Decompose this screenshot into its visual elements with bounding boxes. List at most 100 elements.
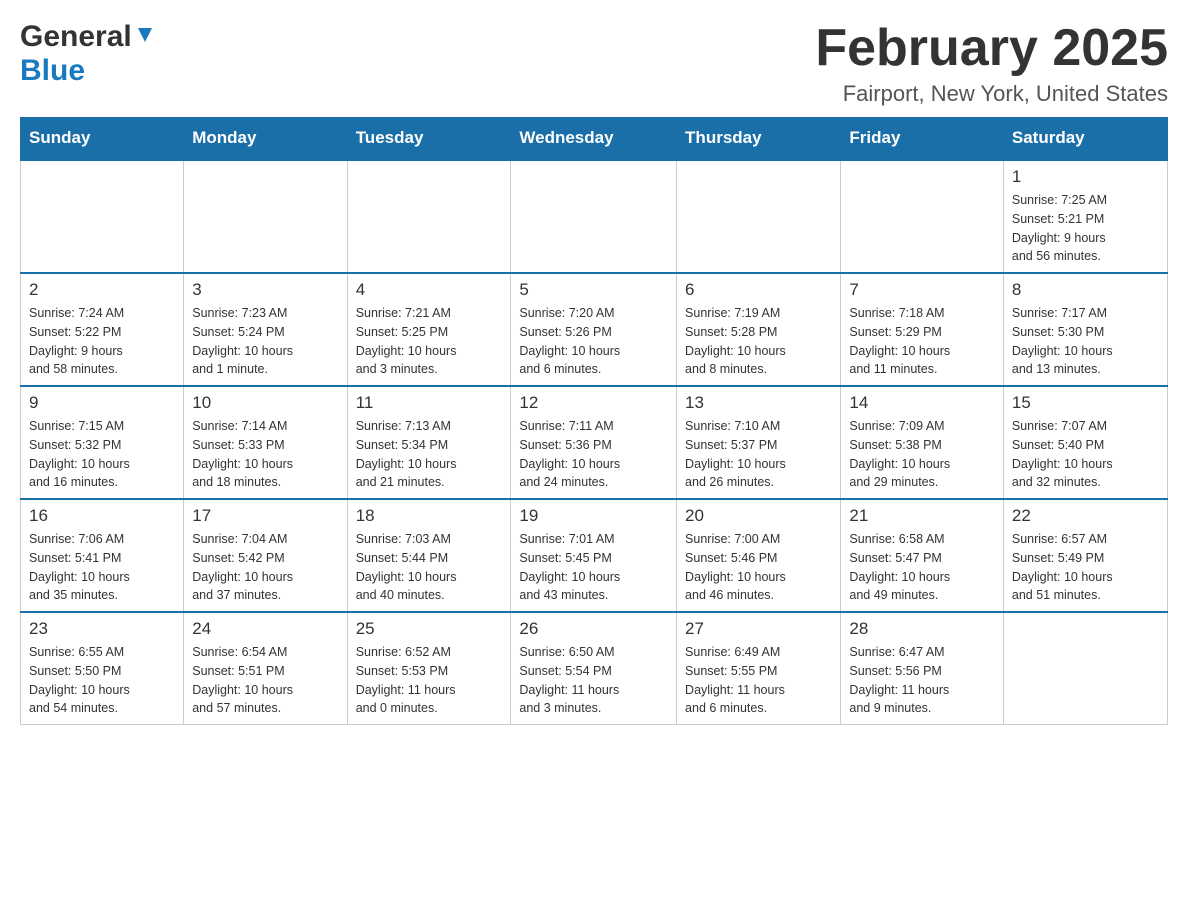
calendar-cell: 22 Sunrise: 6:57 AMSunset: 5:49 PMDayligh… [1003, 499, 1167, 612]
calendar-cell: 8 Sunrise: 7:17 AMSunset: 5:30 PMDaylight… [1003, 273, 1167, 386]
day-info: Sunrise: 6:57 AMSunset: 5:49 PMDaylight:… [1012, 530, 1159, 605]
day-info: Sunrise: 6:58 AMSunset: 5:47 PMDaylight:… [849, 530, 994, 605]
calendar-cell: 7 Sunrise: 7:18 AMSunset: 5:29 PMDaylight… [841, 273, 1003, 386]
calendar-cell: 5 Sunrise: 7:20 AMSunset: 5:26 PMDaylight… [511, 273, 677, 386]
day-number: 17 [192, 506, 338, 526]
day-info: Sunrise: 7:20 AMSunset: 5:26 PMDaylight:… [519, 304, 668, 379]
calendar-cell [511, 160, 677, 274]
day-number: 12 [519, 393, 668, 413]
calendar-cell: 11 Sunrise: 7:13 AMSunset: 5:34 PMDayligh… [347, 386, 511, 499]
calendar-week-4: 16 Sunrise: 7:06 AMSunset: 5:41 PMDayligh… [21, 499, 1168, 612]
day-number: 21 [849, 506, 994, 526]
day-number: 15 [1012, 393, 1159, 413]
calendar-cell: 1 Sunrise: 7:25 AMSunset: 5:21 PMDaylight… [1003, 160, 1167, 274]
calendar-week-2: 2 Sunrise: 7:24 AMSunset: 5:22 PMDaylight… [21, 273, 1168, 386]
weekday-header-monday: Monday [184, 118, 347, 160]
calendar-cell: 15 Sunrise: 7:07 AMSunset: 5:40 PMDayligh… [1003, 386, 1167, 499]
day-info: Sunrise: 6:49 AMSunset: 5:55 PMDaylight:… [685, 643, 832, 718]
day-info: Sunrise: 6:54 AMSunset: 5:51 PMDaylight:… [192, 643, 338, 718]
day-number: 24 [192, 619, 338, 639]
day-number: 10 [192, 393, 338, 413]
day-number: 7 [849, 280, 994, 300]
calendar-cell [21, 160, 184, 274]
day-number: 5 [519, 280, 668, 300]
day-info: Sunrise: 6:47 AMSunset: 5:56 PMDaylight:… [849, 643, 994, 718]
day-number: 14 [849, 393, 994, 413]
calendar-cell [347, 160, 511, 274]
day-number: 1 [1012, 167, 1159, 187]
day-number: 28 [849, 619, 994, 639]
calendar-cell: 18 Sunrise: 7:03 AMSunset: 5:44 PMDayligh… [347, 499, 511, 612]
day-info: Sunrise: 7:17 AMSunset: 5:30 PMDaylight:… [1012, 304, 1159, 379]
calendar-cell: 10Sunrise: 7:14 AMSunset: 5:33 PMDayligh… [184, 386, 347, 499]
day-number: 8 [1012, 280, 1159, 300]
weekday-header-wednesday: Wednesday [511, 118, 677, 160]
calendar-cell: 13 Sunrise: 7:10 AMSunset: 5:37 PMDayligh… [677, 386, 841, 499]
calendar-cell: 12Sunrise: 7:11 AMSunset: 5:36 PMDayligh… [511, 386, 677, 499]
day-number: 16 [29, 506, 175, 526]
day-number: 25 [356, 619, 503, 639]
day-info: Sunrise: 7:00 AMSunset: 5:46 PMDaylight:… [685, 530, 832, 605]
weekday-header-friday: Friday [841, 118, 1003, 160]
calendar-cell: 27 Sunrise: 6:49 AMSunset: 5:55 PMDayligh… [677, 612, 841, 725]
day-info: Sunrise: 7:10 AMSunset: 5:37 PMDaylight:… [685, 417, 832, 492]
day-info: Sunrise: 6:55 AMSunset: 5:50 PMDaylight:… [29, 643, 175, 718]
day-number: 26 [519, 619, 668, 639]
day-number: 27 [685, 619, 832, 639]
calendar-header-row: SundayMondayTuesdayWednesdayThursdayFrid… [21, 118, 1168, 160]
day-info: Sunrise: 7:21 AMSunset: 5:25 PMDaylight:… [356, 304, 503, 379]
day-info: Sunrise: 6:50 AMSunset: 5:54 PMDaylight:… [519, 643, 668, 718]
day-info: Sunrise: 7:01 AMSunset: 5:45 PMDaylight:… [519, 530, 668, 605]
logo-arrow-icon [134, 24, 156, 51]
weekday-header-saturday: Saturday [1003, 118, 1167, 160]
day-number: 18 [356, 506, 503, 526]
calendar-cell: 16 Sunrise: 7:06 AMSunset: 5:41 PMDayligh… [21, 499, 184, 612]
title-block: February 2025 Fairport, New York, United… [815, 20, 1168, 107]
page-header: General Blue February 2025 Fairport, New… [20, 20, 1168, 107]
logo-blue-text: Blue [20, 54, 85, 87]
day-number: 22 [1012, 506, 1159, 526]
logo: General Blue [20, 20, 156, 88]
day-number: 20 [685, 506, 832, 526]
calendar-week-3: 9 Sunrise: 7:15 AMSunset: 5:32 PMDaylight… [21, 386, 1168, 499]
calendar-cell: 3Sunrise: 7:23 AMSunset: 5:24 PMDaylight… [184, 273, 347, 386]
calendar-cell: 20 Sunrise: 7:00 AMSunset: 5:46 PMDayligh… [677, 499, 841, 612]
calendar-cell: 19Sunrise: 7:01 AMSunset: 5:45 PMDayligh… [511, 499, 677, 612]
day-number: 2 [29, 280, 175, 300]
day-number: 23 [29, 619, 175, 639]
calendar-cell: 26 Sunrise: 6:50 AMSunset: 5:54 PMDayligh… [511, 612, 677, 725]
calendar-cell: 4 Sunrise: 7:21 AMSunset: 5:25 PMDaylight… [347, 273, 511, 386]
calendar-cell: 14Sunrise: 7:09 AMSunset: 5:38 PMDayligh… [841, 386, 1003, 499]
day-number: 11 [356, 393, 503, 413]
day-info: Sunrise: 7:07 AMSunset: 5:40 PMDaylight:… [1012, 417, 1159, 492]
calendar-cell: 28 Sunrise: 6:47 AMSunset: 5:56 PMDayligh… [841, 612, 1003, 725]
day-info: Sunrise: 7:13 AMSunset: 5:34 PMDaylight:… [356, 417, 503, 492]
day-number: 9 [29, 393, 175, 413]
calendar-cell: 23 Sunrise: 6:55 AMSunset: 5:50 PMDayligh… [21, 612, 184, 725]
day-number: 3 [192, 280, 338, 300]
calendar-week-5: 23 Sunrise: 6:55 AMSunset: 5:50 PMDayligh… [21, 612, 1168, 725]
day-info: Sunrise: 7:18 AMSunset: 5:29 PMDaylight:… [849, 304, 994, 379]
logo-general-text: General [20, 20, 132, 54]
day-info: Sunrise: 7:03 AMSunset: 5:44 PMDaylight:… [356, 530, 503, 605]
location-subtitle: Fairport, New York, United States [815, 81, 1168, 107]
day-info: Sunrise: 7:06 AMSunset: 5:41 PMDaylight:… [29, 530, 175, 605]
day-info: Sunrise: 7:19 AMSunset: 5:28 PMDaylight:… [685, 304, 832, 379]
day-info: Sunrise: 6:52 AMSunset: 5:53 PMDaylight:… [356, 643, 503, 718]
day-info: Sunrise: 7:25 AMSunset: 5:21 PMDaylight:… [1012, 191, 1159, 266]
weekday-header-tuesday: Tuesday [347, 118, 511, 160]
calendar-week-1: 1 Sunrise: 7:25 AMSunset: 5:21 PMDaylight… [21, 160, 1168, 274]
calendar-cell: 6Sunrise: 7:19 AMSunset: 5:28 PMDaylight… [677, 273, 841, 386]
calendar-cell: 24 Sunrise: 6:54 AMSunset: 5:51 PMDayligh… [184, 612, 347, 725]
calendar-cell: 2 Sunrise: 7:24 AMSunset: 5:22 PMDaylight… [21, 273, 184, 386]
calendar-cell: 9 Sunrise: 7:15 AMSunset: 5:32 PMDaylight… [21, 386, 184, 499]
day-number: 4 [356, 280, 503, 300]
calendar-cell [677, 160, 841, 274]
calendar-cell: 25 Sunrise: 6:52 AMSunset: 5:53 PMDayligh… [347, 612, 511, 725]
calendar-cell: 17Sunrise: 7:04 AMSunset: 5:42 PMDayligh… [184, 499, 347, 612]
day-number: 13 [685, 393, 832, 413]
day-info: Sunrise: 7:24 AMSunset: 5:22 PMDaylight:… [29, 304, 175, 379]
day-info: Sunrise: 7:15 AMSunset: 5:32 PMDaylight:… [29, 417, 175, 492]
calendar-cell [184, 160, 347, 274]
calendar-cell [841, 160, 1003, 274]
